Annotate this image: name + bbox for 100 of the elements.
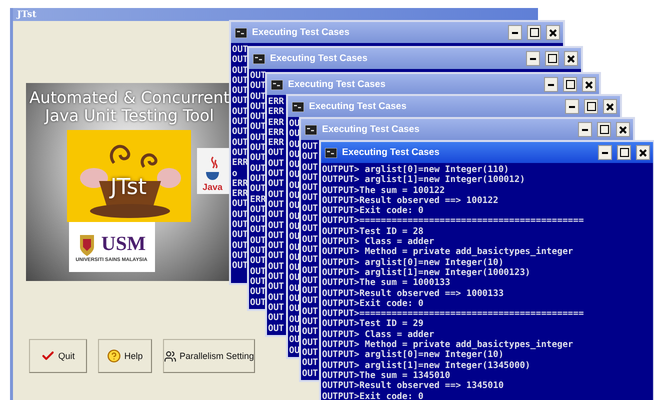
minimize-button[interactable]	[598, 145, 612, 160]
console-icon	[271, 80, 283, 90]
maximize-button[interactable]	[545, 51, 559, 66]
close-icon	[585, 80, 593, 88]
console-line: OUT	[250, 184, 266, 195]
console-line: OUT	[302, 368, 318, 379]
window-title: Executing Test Cases	[322, 124, 420, 135]
close-button[interactable]	[582, 77, 596, 92]
window-title: Executing Test Cases	[342, 147, 440, 158]
console-line: OUT	[232, 230, 248, 241]
console-line: OUT	[250, 298, 266, 308]
console-line: OUT	[232, 86, 248, 96]
console-line: ERR	[232, 158, 248, 169]
close-icon	[639, 148, 647, 156]
minimize-icon	[548, 84, 554, 86]
console-line: ERR	[232, 189, 248, 200]
console-line: OUT	[232, 96, 248, 107]
people-icon	[164, 348, 176, 364]
console-line: OUT	[268, 241, 284, 252]
maximize-icon	[530, 28, 538, 37]
console-icon	[235, 28, 247, 38]
console-line: OUT	[302, 255, 318, 266]
console-line: OUTPUT>Exit code: 0	[322, 298, 424, 309]
console-line: OUT	[250, 92, 266, 102]
console-line: OUTPUT> Method = private add_basictypes_integer	[322, 247, 574, 258]
console-line: ERR	[268, 107, 284, 118]
console-line: OUTPUT> Method = private add_basictypes_integer	[322, 340, 574, 350]
check-icon	[41, 349, 56, 363]
console-line: OUT	[268, 190, 284, 200]
window-title: Executing Test Cases	[288, 79, 386, 90]
maximize-button[interactable]	[597, 122, 611, 137]
console-line: OUT	[268, 158, 284, 169]
minimize-button[interactable]	[565, 99, 579, 114]
close-icon	[606, 102, 614, 110]
console-line: ERR	[232, 178, 248, 190]
console-line: OUT	[302, 338, 318, 348]
console-line: OUTPUT>Result observed ==> 1345010	[322, 381, 504, 392]
console-line: OUT	[268, 302, 284, 313]
console-line: OUT	[302, 183, 318, 194]
console-line: OUT	[268, 179, 284, 190]
console-line: OUT	[302, 358, 318, 369]
console-line: OUT	[250, 246, 266, 256]
java-label: Java	[202, 182, 223, 192]
console-line: OUT	[232, 250, 248, 261]
maximize-icon	[586, 102, 596, 111]
console-line: ERR	[268, 118, 284, 128]
minimize-button[interactable]	[578, 122, 592, 137]
console-line: OUT	[302, 172, 318, 183]
console-line: OUT	[250, 153, 266, 164]
close-button[interactable]	[546, 25, 560, 40]
console-line: OUT	[232, 76, 248, 86]
help-button[interactable]: Help	[98, 339, 152, 373]
console-line: OUT	[268, 251, 284, 262]
console-line: OUT	[302, 348, 318, 358]
maximize-button[interactable]	[563, 77, 577, 92]
minimize-button[interactable]	[526, 51, 540, 66]
console-line: OUT	[250, 204, 266, 215]
console-icon	[292, 102, 304, 112]
console-line: OUT	[268, 210, 284, 221]
console-line: OUTPUT>==========================================	[322, 309, 584, 320]
console-line: OUT	[302, 266, 318, 276]
console-line: OUT	[302, 162, 318, 173]
maximize-button[interactable]	[527, 25, 541, 40]
close-button[interactable]	[636, 145, 650, 160]
close-button[interactable]	[616, 122, 630, 137]
minimize-button[interactable]	[508, 25, 522, 40]
console-line: OUT	[268, 313, 284, 324]
console-line: OUT	[232, 55, 248, 66]
console-icon	[325, 148, 337, 158]
quit-button[interactable]: Quit	[29, 339, 87, 373]
console-line: OUT	[302, 214, 318, 224]
university-mark: USM	[101, 232, 146, 256]
console-line: OUT	[302, 204, 318, 214]
console-line: ERR	[268, 128, 284, 138]
console-line: OUT	[232, 261, 248, 272]
console-line: OUT	[302, 193, 318, 204]
console-line: OUT	[302, 306, 318, 317]
parallel-button[interactable]: Parallelism Setting	[163, 339, 255, 373]
console-line: OUT	[232, 138, 248, 148]
console-line: OUT	[302, 244, 318, 255]
console-line: OUTPUT>==========================================	[322, 216, 584, 227]
console-line: OUT	[232, 210, 248, 220]
console-line: OUT	[250, 143, 266, 154]
console-line: ERR	[268, 97, 284, 108]
console-line: OUTPUT> Class = adder	[322, 330, 434, 340]
maximize-button[interactable]	[584, 99, 598, 114]
console-line: OUT	[250, 164, 266, 174]
console-line: OUT	[232, 148, 248, 158]
console-line: OUT	[302, 224, 318, 235]
console-line: OUT	[302, 152, 318, 163]
console-line: OUT	[232, 127, 248, 138]
close-button[interactable]	[603, 99, 617, 114]
close-button[interactable]	[564, 51, 578, 66]
minimize-button[interactable]	[544, 77, 558, 92]
maximize-button[interactable]	[617, 145, 631, 160]
window-title: Executing Test Cases	[309, 101, 407, 112]
maximize-icon	[600, 125, 608, 134]
console-line: OUTPUT> arglist[1]=new Integer(100012)	[322, 175, 526, 186]
window-title: Executing Test Cases	[270, 53, 368, 64]
minimize-icon	[569, 106, 575, 108]
